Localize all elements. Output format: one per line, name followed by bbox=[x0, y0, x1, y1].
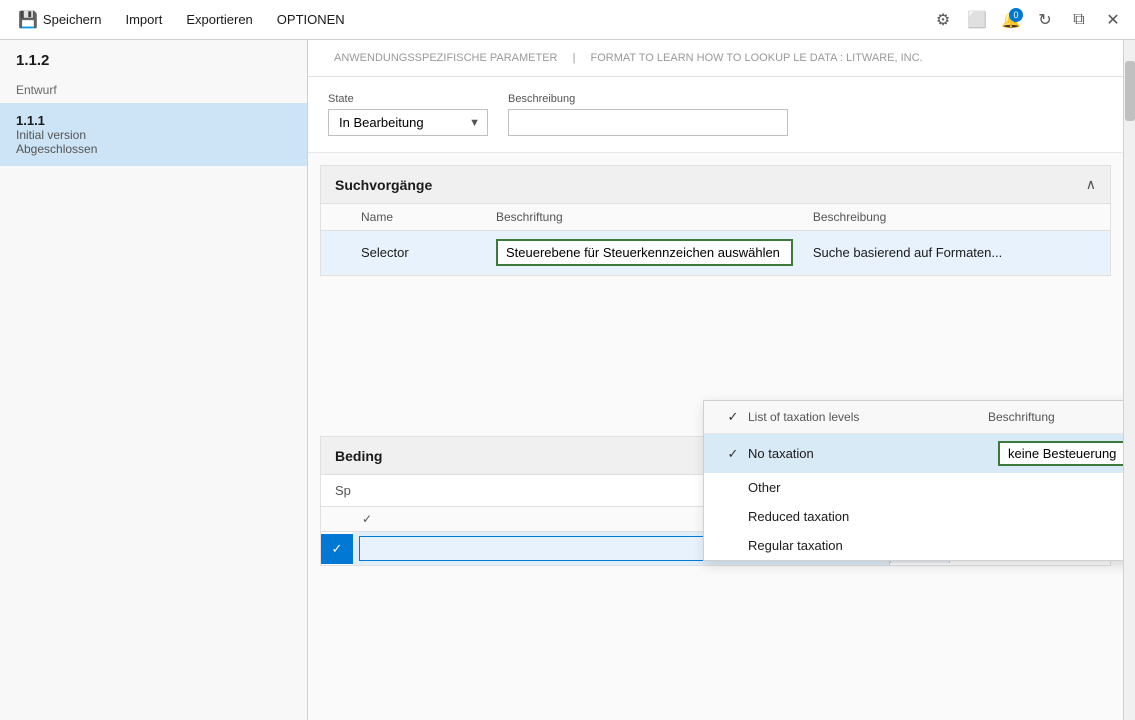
office-icon[interactable]: ⬜ bbox=[963, 6, 991, 34]
bottom-row-check: ✓ bbox=[321, 534, 353, 564]
bottom-col-check: ✓ bbox=[353, 512, 381, 526]
sidebar-item-version: 1.1.1 bbox=[16, 113, 291, 128]
suchvorgaenge-section: Suchvorgänge ∧ Name Beschriftung Beschre… bbox=[320, 165, 1111, 276]
row-beschriftung[interactable] bbox=[486, 231, 803, 275]
main-layout: 1.1.2 Entwurf 1.1.1 Initial version Abge… bbox=[0, 40, 1135, 720]
suchvorgaenge-section-header: Suchvorgänge ∧ bbox=[321, 166, 1110, 204]
close-icon[interactable]: ✕ bbox=[1099, 6, 1127, 34]
state-label: State bbox=[328, 93, 488, 105]
dropdown-item-2[interactable]: Reduced taxation bbox=[704, 502, 1123, 531]
scrollbar-thumb[interactable] bbox=[1125, 61, 1135, 121]
dropdown-name-3: Regular taxation bbox=[748, 538, 988, 553]
import-button[interactable]: Import bbox=[115, 8, 172, 31]
beschriftung-input[interactable] bbox=[496, 239, 793, 266]
breadcrumb-part2: FORMAT TO LEARN HOW TO LOOKUP LE DATA : … bbox=[590, 52, 922, 64]
dropdown-check-0: ✓ bbox=[718, 446, 748, 462]
notification-badge: 0 bbox=[1009, 8, 1023, 22]
beschreibung-label: Beschreibung bbox=[508, 93, 788, 105]
options-button[interactable]: OPTIONEN bbox=[267, 8, 355, 31]
import-label: Import bbox=[125, 12, 162, 27]
settings-icon[interactable]: ⚙ bbox=[929, 6, 957, 34]
content-area: ANWENDUNGSSPEZIFISCHE PARAMETER | FORMAT… bbox=[308, 40, 1123, 720]
row-name: Selector bbox=[351, 231, 486, 275]
params-row: State In Bearbeitung ▼ Beschreibung bbox=[308, 77, 1123, 153]
toolbar-right: ⚙ ⬜ 🔔 0 ↻ ⧉ ✕ bbox=[929, 6, 1127, 34]
dropdown-overlay: ✓ List of taxation levels Beschriftung ✓… bbox=[703, 400, 1123, 561]
sidebar-item-status: Abgeschlossen bbox=[16, 142, 291, 156]
save-label: Speichern bbox=[43, 12, 102, 27]
col-name: Name bbox=[351, 204, 486, 231]
dropdown-value-0[interactable] bbox=[998, 441, 1123, 466]
suchvorgaenge-toggle-icon[interactable]: ∧ bbox=[1086, 176, 1096, 193]
beschreibung-input[interactable] bbox=[508, 109, 788, 136]
breadcrumb-part1: ANWENDUNGSSPEZIFISCHE PARAMETER bbox=[334, 52, 558, 64]
state-select[interactable]: In Bearbeitung bbox=[328, 109, 488, 136]
table-row[interactable]: Selector Suche basierend auf Formaten... bbox=[321, 231, 1110, 275]
options-label: OPTIONEN bbox=[277, 12, 345, 27]
dropdown-header-beschriftung: Beschriftung bbox=[988, 410, 1123, 424]
sidebar: 1.1.2 Entwurf 1.1.1 Initial version Abge… bbox=[0, 40, 308, 720]
suchvorgaenge-table: Name Beschriftung Beschreibung Selector bbox=[321, 204, 1110, 275]
col-check bbox=[321, 204, 351, 231]
refresh-icon[interactable]: ↻ bbox=[1031, 6, 1059, 34]
row-beschreibung: Suche basierend auf Formaten... bbox=[803, 231, 1110, 275]
sidebar-item-active[interactable]: 1.1.1 Initial version Abgeschlossen bbox=[0, 103, 307, 166]
beschreibung-field: Beschreibung bbox=[508, 93, 788, 136]
sidebar-version-top: 1.1.2 bbox=[0, 40, 307, 81]
row-check bbox=[321, 231, 351, 275]
dropdown-item-1[interactable]: Other bbox=[704, 473, 1123, 502]
bedingungen-title: Beding bbox=[335, 448, 382, 464]
toolbar: 💾 Speichern Import Exportieren OPTIONEN … bbox=[0, 0, 1135, 40]
restore-icon[interactable]: ⧉ bbox=[1065, 6, 1093, 34]
col-beschriftung: Beschriftung bbox=[486, 204, 803, 231]
dropdown-header-name: List of taxation levels bbox=[748, 410, 978, 424]
save-icon: 💾 bbox=[18, 10, 38, 30]
notification-button[interactable]: 🔔 0 bbox=[997, 6, 1025, 34]
dropdown-value-input-0[interactable] bbox=[998, 441, 1123, 466]
save-button[interactable]: 💾 Speichern bbox=[8, 6, 111, 34]
export-button[interactable]: Exportieren bbox=[176, 8, 262, 31]
export-label: Exportieren bbox=[186, 12, 252, 27]
suchvorgaenge-title: Suchvorgänge bbox=[335, 177, 432, 193]
dropdown-name-0: No taxation bbox=[748, 446, 988, 461]
breadcrumb: ANWENDUNGSSPEZIFISCHE PARAMETER | FORMAT… bbox=[308, 40, 1123, 77]
dropdown-item-3[interactable]: Regular taxation bbox=[704, 531, 1123, 560]
state-select-wrap: In Bearbeitung ▼ bbox=[328, 109, 488, 136]
breadcrumb-sep: | bbox=[573, 52, 579, 64]
col-beschreibung: Beschreibung bbox=[803, 204, 1110, 231]
sidebar-draft-label: Entwurf bbox=[0, 81, 307, 103]
dropdown-name-2: Reduced taxation bbox=[748, 509, 988, 524]
dropdown-header-check: ✓ bbox=[718, 409, 748, 425]
state-field: State In Bearbeitung ▼ bbox=[328, 93, 488, 136]
dropdown-name-1: Other bbox=[748, 480, 988, 495]
dropdown-header: ✓ List of taxation levels Beschriftung bbox=[704, 401, 1123, 434]
sidebar-item-label: Initial version bbox=[16, 128, 291, 142]
dropdown-item-0[interactable]: ✓ No taxation bbox=[704, 434, 1123, 473]
scrollbar-track[interactable] bbox=[1123, 40, 1135, 720]
